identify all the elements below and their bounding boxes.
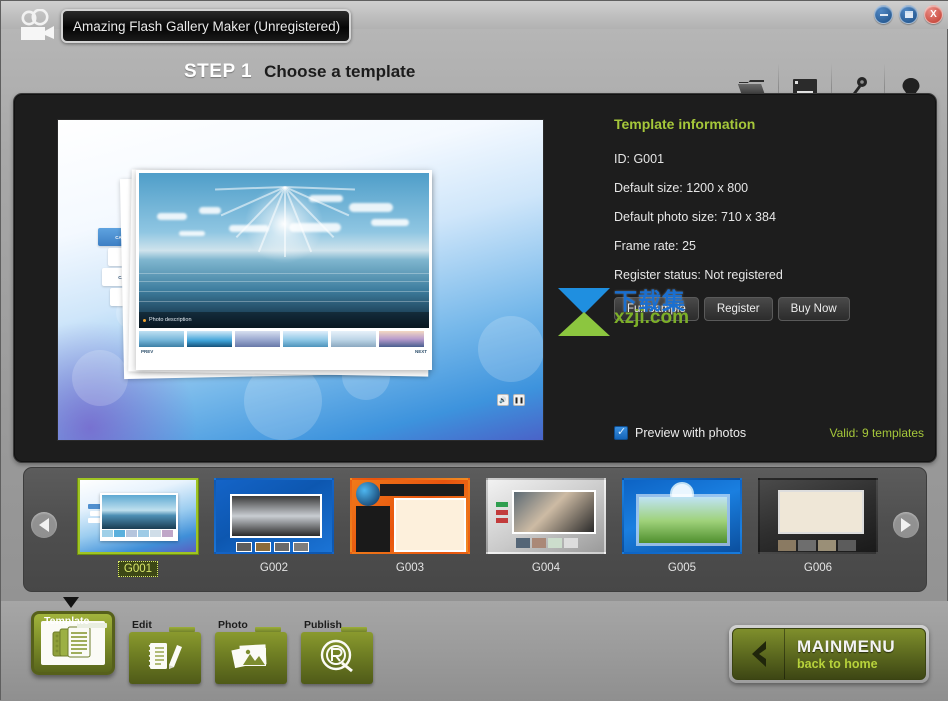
preview-thumb: [379, 331, 424, 347]
preview-prev-label: PREV: [141, 349, 154, 354]
header-bar: STEP 1 Choose a template File: [1, 29, 948, 117]
main-menu-button[interactable]: MAINMENU back to home: [729, 625, 929, 683]
thumbnail-label: G003: [395, 562, 425, 574]
thumbnail-label: G002: [259, 562, 289, 574]
preview-thumb: [235, 331, 280, 347]
thumbnail-label: G005: [667, 562, 697, 574]
publish-target-icon: [318, 639, 356, 678]
template-thumbnail-list: G001 G002 G003 G004 G005 G006: [70, 478, 886, 583]
tab-photo-card: [215, 632, 287, 684]
chevron-right-icon: [901, 518, 911, 532]
thumbnail-image: [622, 478, 742, 554]
template-thumbnail-g005[interactable]: G005: [614, 478, 750, 583]
carousel-prev-button[interactable]: [31, 512, 57, 538]
workflow-tabs: Template Edit Photo Publish: [31, 611, 373, 684]
documents-icon: [41, 621, 105, 665]
photo-description: Photo description: [139, 312, 429, 328]
step-indicator: STEP 1 Choose a template: [184, 61, 415, 83]
tab-photo[interactable]: Photo: [215, 619, 287, 684]
info-heading: Template information: [614, 116, 756, 132]
thumbnail-label: G006: [803, 562, 833, 574]
thumbnail-image: [758, 478, 878, 554]
decorative-bokeh: [478, 316, 543, 382]
template-thumbnail-g006[interactable]: G006: [750, 478, 886, 583]
template-preview: CATEGORY1 CATEGORY2 CATEGORY3 ABOUT US: [57, 119, 544, 441]
tab-edit-card: [129, 632, 201, 684]
tab-edit[interactable]: Edit: [129, 619, 201, 684]
panel-footer: Preview with photos Valid: 9 templates: [614, 425, 925, 440]
preview-thumb: [283, 331, 328, 347]
tab-publish[interactable]: Publish: [301, 619, 373, 684]
step-title: Choose a template: [264, 62, 416, 81]
maximize-icon: [904, 11, 913, 18]
thumbnail-image: [214, 478, 334, 554]
template-information: Template information ID: G001 Default si…: [614, 116, 924, 321]
close-icon: X: [930, 8, 937, 20]
preview-player-controls: 🔊 ❚❚: [497, 394, 525, 406]
template-thumbnail-g002[interactable]: G002: [206, 478, 342, 583]
minimize-button[interactable]: [874, 5, 893, 24]
tab-template-label: Template: [44, 615, 90, 627]
preview-card-stack: Photo description PREV NEXT: [119, 169, 436, 380]
template-thumbnail-g003[interactable]: G003: [342, 478, 478, 583]
buy-now-button[interactable]: Buy Now: [777, 297, 850, 321]
template-carousel: G001 G002 G003 G004 G005 G006: [23, 467, 927, 592]
register-template-button[interactable]: Register: [703, 297, 773, 321]
info-button-group: Full sample Register Buy Now: [614, 297, 924, 321]
info-id: ID: G001: [614, 152, 665, 166]
template-thumbnail-g001[interactable]: G001: [70, 478, 206, 583]
template-thumbnail-g004[interactable]: G004: [478, 478, 614, 583]
minimize-icon: [879, 13, 888, 16]
watermark-logo-icon: [558, 288, 610, 336]
tab-publish-card: [301, 632, 373, 684]
tab-template[interactable]: Template: [31, 611, 115, 684]
application-window: X Amazing Flash Gallery Maker (Unregiste…: [0, 0, 948, 701]
preview-next-label: NEXT: [414, 349, 427, 354]
preview-thumbnail-strip: [139, 331, 429, 347]
preview-with-photos-checkbox[interactable]: Preview with photos: [614, 425, 747, 440]
preview-thumb: [139, 331, 184, 347]
sea-photo: Photo description: [139, 173, 429, 328]
main-panel: CATEGORY1 CATEGORY2 CATEGORY3 ABOUT US: [13, 93, 937, 463]
thumbnail-label: G004: [531, 562, 561, 574]
checkbox-checked-icon: [614, 425, 628, 440]
photos-icon: [230, 640, 272, 677]
step-number: STEP 1: [184, 61, 253, 82]
carousel-next-button[interactable]: [893, 512, 919, 538]
checkbox-label: Preview with photos: [635, 426, 747, 440]
decorative-bokeh: [72, 350, 128, 406]
main-menu-text: MAINMENU back to home: [785, 637, 895, 671]
main-menu-inner: MAINMENU back to home: [732, 628, 926, 680]
chevron-left-icon: [39, 518, 49, 532]
info-frame-rate: Frame rate: 25: [614, 239, 696, 253]
speaker-icon: 🔊: [497, 394, 509, 406]
preview-prev-next: PREV NEXT: [139, 349, 429, 354]
preview-thumb: [187, 331, 232, 347]
close-button[interactable]: X: [924, 5, 943, 24]
preview-photo-card: Photo description PREV NEXT: [136, 170, 432, 370]
thumbnail-image: [78, 478, 198, 554]
preview-thumb: [331, 331, 376, 347]
main-menu-subtitle: back to home: [797, 657, 878, 671]
valid-templates-count: Valid: 9 templates: [829, 426, 925, 440]
active-tab-pointer-icon: [63, 597, 79, 608]
notebook-pencil-icon: [145, 639, 185, 678]
thumbnail-image: [350, 478, 470, 554]
thumbnail-label: G001: [117, 561, 159, 577]
window-controls: X: [874, 5, 943, 24]
main-menu-title: MAINMENU: [797, 637, 896, 656]
back-arrow-icon: [733, 629, 785, 679]
full-sample-button[interactable]: Full sample: [614, 297, 699, 321]
info-default-size: Default size: 1200 x 800: [614, 181, 749, 195]
info-register-status: Register status: Not registered: [614, 268, 783, 282]
pause-icon: ❚❚: [513, 394, 525, 406]
info-default-photo-size: Default photo size: 710 x 384: [614, 210, 776, 224]
maximize-button[interactable]: [899, 5, 918, 24]
thumbnail-image: [486, 478, 606, 554]
